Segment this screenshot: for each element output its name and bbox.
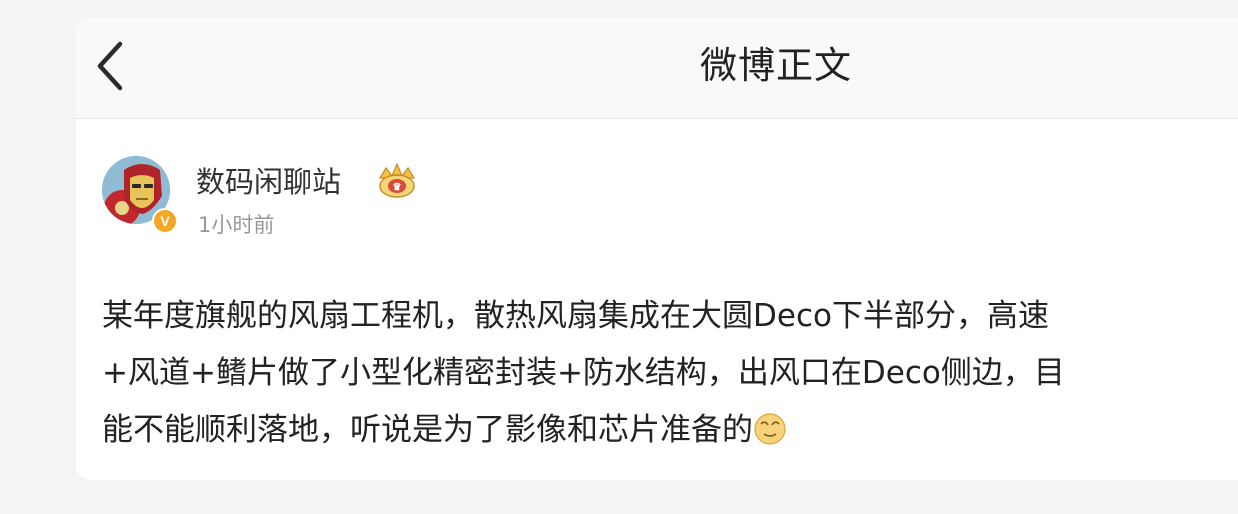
verified-badge: V: [152, 208, 178, 234]
author-name[interactable]: 数码闲聊站: [196, 164, 341, 200]
svg-text:♛: ♛: [393, 182, 402, 193]
post-content: 某年度旗舰的风扇工程机，散热风扇集成在大圆Deco下半部分，高速 +风道+鳍片做…: [102, 288, 1238, 459]
post-line-last: 能不能顺利落地，听说是为了影像和芯片准备的: [102, 402, 1238, 459]
author-avatar[interactable]: V: [102, 156, 178, 234]
doge-emoji-icon: [753, 408, 787, 445]
page-title: 微博正文: [700, 44, 852, 87]
post-line: +风道+鳍片做了小型化精密封装+防水结构，出风口在Deco侧边，目: [102, 355, 1065, 391]
top-navigation-bar: 微博正文: [76, 18, 1238, 119]
post-timestamp: 1小时前: [198, 213, 275, 237]
post-line-text: 能不能顺利落地，听说是为了影像和芯片准备的: [102, 412, 753, 448]
post-card: 微博正文 V 数码闲聊站 ♛ 1小时前 某年度旗舰的风扇工程机，散热风扇集成在大…: [76, 18, 1238, 480]
crown-icon[interactable]: ♛: [374, 162, 420, 200]
post-line: 某年度旗舰的风扇工程机，散热风扇集成在大圆Deco下半部分，高速: [102, 298, 1049, 334]
